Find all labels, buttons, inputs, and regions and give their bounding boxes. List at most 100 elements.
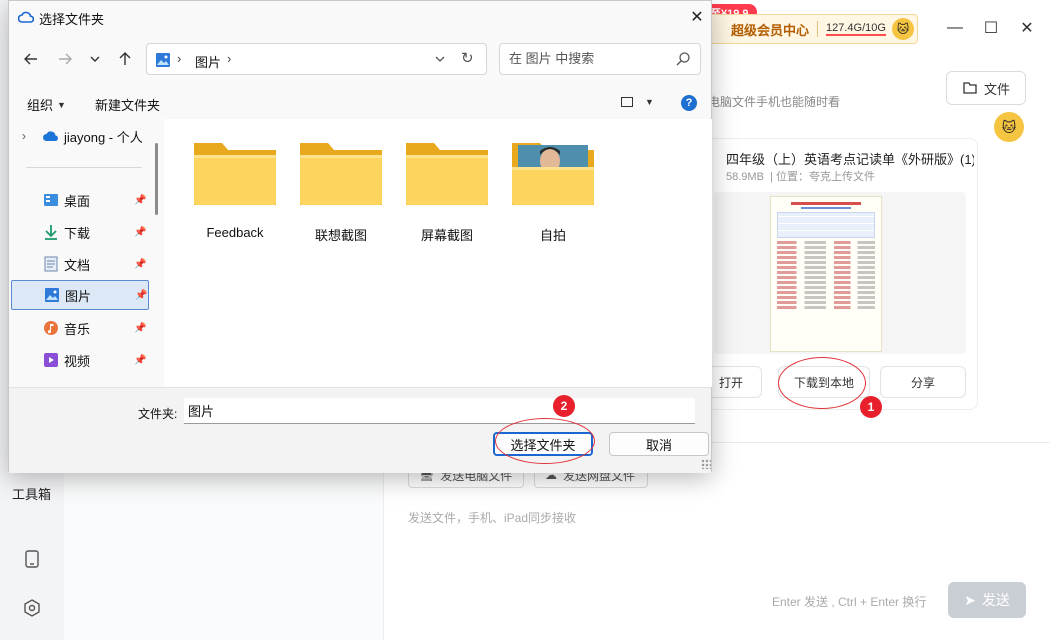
search-icon <box>676 52 690 66</box>
recent-chevron-down-icon[interactable] <box>83 47 107 71</box>
folder-field-label: 文件夹: <box>138 407 178 421</box>
send-arrow-icon: ➤ <box>964 591 976 608</box>
forward-arrow-icon[interactable] <box>53 47 77 71</box>
enter-hint-text: Enter 发送 , Ctrl + Enter 换行 <box>772 595 927 609</box>
send-hint-text: 发送文件，手机、iPad同步接收 <box>408 511 577 525</box>
select-folder-dialog: 选择文件夹 ✕ › 图片 › ↻ 组织 ▼ 新建文件夹 ▼ ? <box>8 0 712 473</box>
doc-subheading-bar <box>801 207 851 209</box>
folder-label: Feedback <box>206 225 264 240</box>
organize-label: 组织 <box>27 98 54 113</box>
folder-name-input[interactable] <box>184 398 695 424</box>
view-caret-down-icon[interactable]: ▼ <box>645 97 654 107</box>
document-icon <box>42 255 60 273</box>
vip-separator <box>817 21 819 37</box>
help-icon[interactable]: ? <box>681 95 697 111</box>
doc-row <box>777 291 875 294</box>
organize-menu[interactable]: 组织 ▼ <box>27 95 66 114</box>
dialog-bottom-bar: 文件夹: 选择文件夹 取消 <box>9 387 711 473</box>
nav-item-label: 下载 <box>64 225 91 241</box>
doc-row <box>777 276 875 279</box>
doc-row <box>777 241 875 244</box>
toolbox-label[interactable]: 工具箱 <box>12 484 51 503</box>
user-avatar[interactable]: 🐱 <box>994 112 1024 142</box>
doc-row <box>777 246 875 249</box>
nav-item-downloads[interactable]: 下载 📌 <box>10 217 150 247</box>
folder-item-lenovo-screenshots[interactable]: 联想截图 <box>296 139 386 244</box>
nav-item-desktop[interactable]: 桌面 📌 <box>10 185 150 215</box>
select-folder-button[interactable]: 选择文件夹 <box>493 432 593 456</box>
dialog-close-icon[interactable]: ✕ <box>685 5 709 29</box>
folder-item-screenshots[interactable]: 屏幕截图 <box>402 139 492 244</box>
search-box[interactable] <box>499 43 701 75</box>
app-logo-icon <box>18 11 34 23</box>
pin-icon[interactable]: 📌 <box>134 195 146 206</box>
close-icon[interactable]: ✕ <box>1012 14 1042 42</box>
nav-item-onedrive[interactable]: › jiayong - 个人 <box>10 121 150 151</box>
resize-grip[interactable] <box>701 459 711 469</box>
caret-down-icon: ▼ <box>57 99 66 110</box>
folder-label: 自拍 <box>539 228 566 243</box>
settings-icon[interactable] <box>21 597 43 619</box>
pin-icon[interactable]: 📌 <box>134 355 146 366</box>
pin-icon[interactable]: 📌 <box>135 290 147 301</box>
video-icon <box>42 351 60 369</box>
dialog-title: 选择文件夹 <box>39 12 105 27</box>
maximize-icon[interactable]: ☐ <box>976 14 1006 42</box>
vip-center-box[interactable]: 超级会员中心 127.4G/10G 🐱 <box>704 14 918 44</box>
nav-item-pictures[interactable]: 图片 📌 <box>11 280 149 310</box>
refresh-icon[interactable]: ↻ <box>461 49 474 67</box>
doc-table <box>777 212 875 238</box>
pin-icon[interactable]: 📌 <box>134 323 146 334</box>
file-button-label: 文件 <box>983 81 1010 97</box>
expand-chevron-icon[interactable]: › <box>22 129 26 143</box>
dialog-title-bar[interactable]: 选择文件夹 ✕ <box>9 1 711 33</box>
pictures-location-icon <box>156 53 170 67</box>
new-folder-button[interactable]: 新建文件夹 <box>95 95 160 114</box>
nav-item-music[interactable]: 音乐 📌 <box>10 313 150 343</box>
nav-item-label: 视频 <box>64 353 91 369</box>
send-button[interactable]: ➤ 发送 <box>948 582 1026 618</box>
breadcrumb-chevron-icon[interactable]: › <box>227 51 231 66</box>
address-dropdown-icon[interactable] <box>431 50 449 68</box>
doc-heading-bar <box>791 202 861 205</box>
minimize-icon[interactable]: — <box>940 14 970 42</box>
user-avatar-small[interactable]: 🐱 <box>891 18 914 40</box>
file-location: 位置：夸克上传文件 <box>775 171 875 183</box>
nav-scrollbar[interactable] <box>155 143 158 215</box>
folder-item-feedback[interactable]: Feedback <box>190 139 280 240</box>
nav-item-videos[interactable]: 视频 📌 <box>10 345 150 375</box>
send-button-label: 发送 <box>981 592 1010 608</box>
file-button[interactable]: 文件 <box>946 71 1026 105</box>
download-to-local-button[interactable]: 下载到本地 <box>778 366 870 398</box>
breadcrumb-pictures[interactable]: 图片 <box>195 52 221 71</box>
nav-item-label: 桌面 <box>64 193 91 209</box>
file-size: 58.9MB <box>726 171 764 183</box>
doc-row <box>777 306 875 309</box>
folder-item-selfie[interactable]: 自拍 <box>508 139 598 244</box>
search-input[interactable] <box>509 51 669 66</box>
cancel-button[interactable]: 取消 <box>609 432 709 456</box>
nav-item-documents[interactable]: 文档 📌 <box>10 249 150 279</box>
nav-item-label: jiayong - 个人 <box>64 129 143 145</box>
pin-icon[interactable]: 📌 <box>134 227 146 238</box>
view-layout-icon[interactable] <box>621 97 633 107</box>
navigation-pane[interactable]: › jiayong - 个人 桌面 📌 下载 📌 文档 📌 图片 📌 音乐 📌 … <box>10 119 163 387</box>
annotation-badge-1: 1 <box>860 396 882 418</box>
folder-label: 联想截图 <box>314 228 367 243</box>
share-button[interactable]: 分享 <box>880 366 966 398</box>
hint-text: 电脑文件手机也能随时看 <box>708 95 841 109</box>
doc-row <box>777 286 875 289</box>
command-bar: 组织 ▼ 新建文件夹 <box>9 87 711 117</box>
up-arrow-icon[interactable] <box>113 47 137 71</box>
folder-photo-icon <box>512 143 594 205</box>
phone-icon[interactable] <box>21 548 43 570</box>
nav-item-partial[interactable] <box>10 377 150 387</box>
pin-icon[interactable]: 📌 <box>134 259 146 270</box>
storage-usage: 127.4G/10G <box>826 22 886 36</box>
file-message-title[interactable]: 四年级（上）英语考点记读单《外研版》(1)... <box>726 149 974 168</box>
doc-row <box>777 301 875 304</box>
file-message-meta: 58.9MB | 位置：夸克上传文件 <box>726 171 875 183</box>
address-bar[interactable]: › 图片 › ↻ <box>146 43 487 75</box>
back-arrow-icon[interactable] <box>19 47 43 71</box>
folder-content-pane[interactable]: Feedback 联想截图 屏幕截图 自拍 <box>164 119 712 387</box>
